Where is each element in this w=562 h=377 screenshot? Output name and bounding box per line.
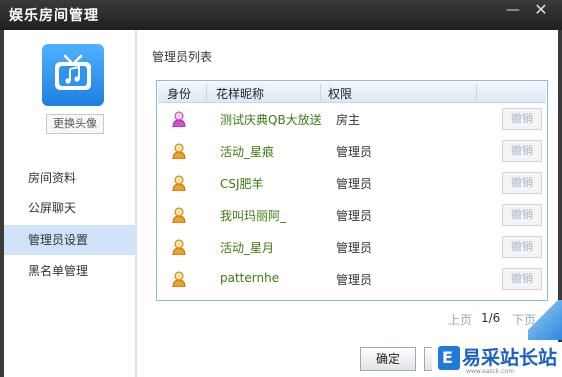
minimize-button[interactable]: — [500, 0, 526, 22]
revoke-button[interactable]: 撤销 [502, 172, 542, 194]
watermark-corner [528, 300, 562, 340]
row-permission: 管理员 [336, 145, 373, 159]
admin-table: 身份 花样昵称 权限 测试庆典QB大放送 房主 撤销 活动_星痕 管理员 撤销 … [156, 80, 548, 301]
sidebar-item-public-chat[interactable]: 公屏聊天 [4, 193, 135, 223]
sidebar-item-admin-settings[interactable]: 管理员设置 [4, 225, 135, 255]
row-permission: 管理员 [336, 273, 373, 287]
owner-person-icon [172, 111, 186, 127]
watermark-text: 易采站长站 [462, 347, 558, 369]
table-row[interactable]: 测试庆典QB大放送 房主 撤销 [158, 103, 546, 135]
watermark-logo-icon: E [438, 346, 460, 370]
close-button[interactable]: ✕ [528, 0, 554, 22]
ok-button[interactable]: 确定 [360, 347, 416, 371]
row-permission: 管理员 [336, 209, 373, 223]
revoke-button[interactable]: 撤销 [502, 236, 542, 258]
row-nickname: 活动_星痕 [220, 145, 275, 159]
row-nickname: 测试庆典QB大放送 [220, 113, 322, 127]
table-row[interactable]: 活动_星月 管理员 撤销 [158, 231, 546, 263]
row-nickname: 我叫玛丽阿_ [220, 209, 287, 223]
sidebar-item-blacklist[interactable]: 黑名单管理 [4, 256, 135, 286]
room-avatar [42, 44, 104, 106]
header-permission[interactable]: 权限 [328, 85, 352, 102]
row-permission: 管理员 [336, 241, 373, 255]
sidebar: 更换头像 房间资料 公屏聊天 管理员设置 黑名单管理 [4, 30, 137, 377]
revoke-button[interactable]: 撤销 [502, 268, 542, 290]
admin-person-icon [172, 239, 186, 255]
header-nickname[interactable]: 花样昵称 [216, 85, 264, 102]
page-indicator: 1/6 [481, 311, 501, 325]
watermark: E 易采站长站 www.easck.com [432, 342, 562, 377]
admin-person-icon [172, 143, 186, 159]
row-permission: 管理员 [336, 177, 373, 191]
watermark-subtext: www.easck.com [466, 368, 515, 375]
title-bar: 娱乐房间管理 — ✕ [0, 0, 562, 30]
change-avatar-button[interactable]: 更换头像 [46, 114, 104, 134]
revoke-button[interactable]: 撤销 [502, 108, 542, 130]
row-permission: 房主 [336, 113, 361, 127]
section-title: 管理员列表 [152, 50, 213, 64]
revoke-button[interactable]: 撤销 [502, 140, 542, 162]
window-title: 娱乐房间管理 [9, 8, 99, 24]
row-nickname: patternhe [220, 271, 280, 285]
header-divider [476, 84, 477, 101]
header-role[interactable]: 身份 [167, 85, 191, 102]
table-row[interactable]: CSJ肥羊 管理员 撤销 [158, 167, 546, 199]
header-divider [320, 84, 321, 101]
revoke-button[interactable]: 撤销 [502, 204, 542, 226]
admin-person-icon [172, 271, 186, 287]
table-row[interactable]: patternhe 管理员 撤销 [158, 263, 546, 295]
admin-person-icon [172, 175, 186, 191]
prev-page-link[interactable]: 上页 [448, 311, 472, 328]
tv-music-icon [55, 54, 91, 90]
sidebar-item-room-info[interactable]: 房间资料 [4, 163, 135, 193]
table-header: 身份 花样昵称 权限 [158, 82, 546, 103]
row-nickname: CSJ肥羊 [220, 177, 264, 191]
table-row[interactable]: 活动_星痕 管理员 撤销 [158, 135, 546, 167]
row-nickname: 活动_星月 [220, 241, 275, 255]
admin-person-icon [172, 207, 186, 223]
table-row[interactable]: 我叫玛丽阿_ 管理员 撤销 [158, 199, 546, 231]
header-divider [206, 84, 207, 101]
